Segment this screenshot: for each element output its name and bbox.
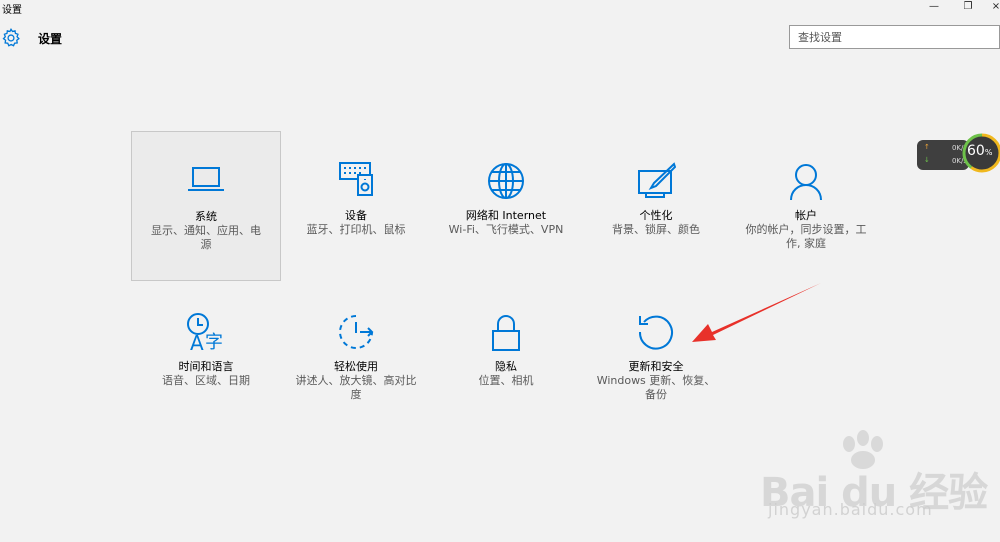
tile-title: 帐户 (795, 209, 817, 222)
tile-title: 设备 (345, 209, 367, 222)
globe-icon (488, 163, 524, 199)
search-input[interactable] (790, 26, 988, 48)
close-button[interactable]: × (984, 0, 1000, 16)
restore-button[interactable]: ❐ (956, 0, 980, 16)
tile-title: 系统 (195, 210, 217, 223)
tile-description: 语音、区域、日期 (162, 374, 250, 387)
tile-title: 时间和语言 (178, 360, 234, 373)
personalization-icon (638, 162, 676, 198)
devices-icon (339, 162, 373, 196)
tile-accounts[interactable]: 帐户 你的帐户，同步设置，工作, 家庭 (731, 131, 881, 281)
tile-personalization[interactable]: 个性化 背景、锁屏、颜色 (581, 131, 731, 281)
memory-percent: 60% (967, 143, 993, 159)
svg-text:A: A (190, 331, 204, 352)
window-title: 设置 (2, 5, 22, 16)
tile-title: 隐私 (495, 360, 517, 373)
tile-devices[interactable]: 设备 蓝牙、打印机、鼠标 (281, 131, 431, 281)
svg-text:字: 字 (205, 332, 223, 352)
tile-description: 讲述人、放大镜、高对比度 (295, 374, 417, 401)
tile-time-language[interactable]: A 字 时间和语言 语音、区域、日期 (131, 282, 281, 432)
network-speed-widget[interactable]: ↑ 0K/s ↓ 0K/s 60% (917, 131, 1000, 175)
tile-description: Wi-Fi、飞行模式、VPN (448, 223, 564, 236)
tile-title: 轻松使用 (334, 360, 378, 373)
annotation-arrow (692, 283, 821, 342)
refresh-icon (638, 315, 673, 350)
title-bar: 设置 — ❐ × (0, 0, 1000, 16)
tile-network[interactable]: 网络和 Internet Wi-Fi、飞行模式、VPN (431, 131, 581, 281)
time-language-icon: A 字 (187, 313, 223, 352)
tile-title: 个性化 (639, 209, 673, 222)
gear-icon (2, 28, 20, 47)
tile-ease-of-access[interactable]: 轻松使用 讲述人、放大镜、高对比度 (281, 282, 431, 432)
tile-title: 更新和安全 (628, 360, 684, 373)
upload-arrow-icon: ↑ (924, 143, 930, 151)
laptop-icon (188, 167, 224, 191)
page-title: 设置 (38, 32, 63, 46)
watermark: Bai du 经验 jingyan.baidu.com (740, 430, 1000, 542)
tile-description: 你的帐户，同步设置，工作, 家庭 (745, 223, 867, 250)
tile-description: 显示、通知、应用、电源 (151, 224, 261, 251)
tile-description: 蓝牙、打印机、鼠标 (306, 223, 406, 236)
tile-privacy[interactable]: 隐私 位置、相机 (431, 282, 581, 432)
search-box[interactable] (789, 25, 1000, 49)
lock-icon (492, 315, 520, 351)
tile-title: 网络和 Internet (465, 209, 547, 222)
ease-of-access-icon (339, 315, 374, 349)
tile-description: Windows 更新、恢复、备份 (596, 374, 716, 401)
download-arrow-icon: ↓ (924, 156, 930, 164)
watermark-url: jingyan.baidu.com (768, 500, 933, 519)
minimize-button[interactable]: — (922, 0, 946, 16)
tile-description: 位置、相机 (478, 374, 534, 387)
person-icon (790, 164, 822, 201)
tile-description: 背景、锁屏、颜色 (612, 223, 700, 236)
tile-system[interactable]: 系统 显示、通知、应用、电源 (131, 131, 281, 281)
